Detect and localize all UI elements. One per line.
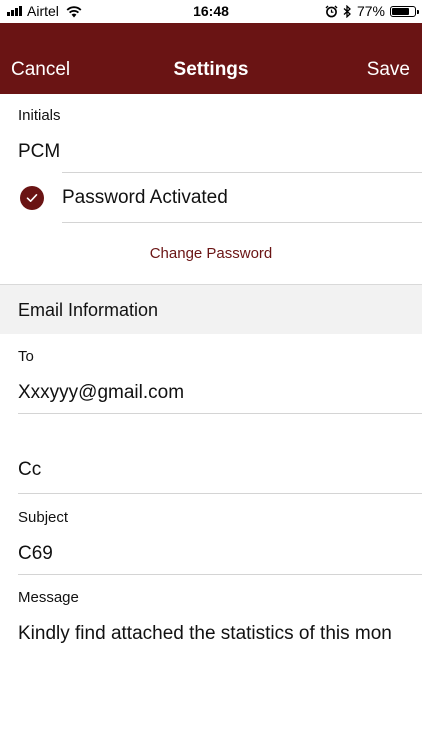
- divider: [18, 493, 422, 494]
- password-activated-label: Password Activated: [62, 187, 228, 208]
- cc-field[interactable]: Cc: [18, 459, 41, 481]
- alarm-icon: [325, 5, 338, 17]
- subject-label: Subject: [18, 509, 69, 526]
- divider: [62, 222, 422, 223]
- to-email-field[interactable]: Xxxyyy@gmail.com: [18, 382, 184, 404]
- save-button[interactable]: Save: [367, 59, 410, 81]
- divider: [62, 172, 422, 173]
- subject-field[interactable]: C69: [18, 543, 53, 565]
- status-bar: Airtel 16:48 77%: [0, 0, 422, 23]
- section-header-email: Email Information: [0, 284, 422, 334]
- message-field[interactable]: Kindly find attached the statistics of t…: [18, 623, 422, 645]
- navigation-bar: Cancel Settings Save: [0, 23, 422, 94]
- battery-icon: [390, 5, 419, 17]
- divider: [18, 574, 422, 575]
- page-title: Settings: [173, 59, 249, 80]
- bluetooth-icon: [343, 4, 351, 18]
- message-label: Message: [18, 589, 79, 606]
- status-right: 77%: [325, 3, 419, 19]
- initials-field[interactable]: PCM: [18, 141, 60, 163]
- initials-label: Initials: [18, 107, 61, 124]
- checkmark-icon: [26, 194, 38, 202]
- to-label: To: [18, 348, 34, 365]
- divider: [18, 413, 422, 414]
- battery-percent: 77%: [356, 3, 385, 19]
- section-header-label: Email Information: [18, 300, 159, 320]
- password-activated-checkbox[interactable]: [20, 186, 44, 210]
- battery-fill: [392, 7, 409, 15]
- change-password-link[interactable]: Change Password: [0, 245, 422, 262]
